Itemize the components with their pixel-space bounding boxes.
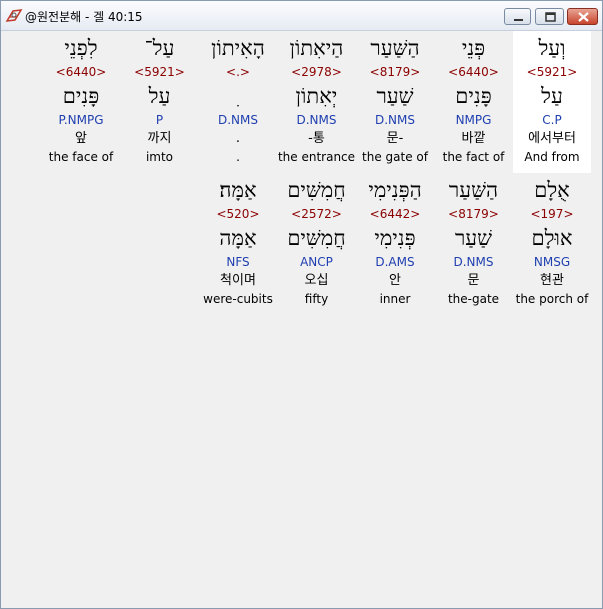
strong-number: <8179> [369, 65, 421, 79]
korean-gloss: 척이며 [220, 273, 256, 288]
hebrew-word: אֻלָם [534, 178, 570, 202]
strong-number: <.> [226, 65, 250, 79]
hebrew-word: הַשַּׁעַר [370, 36, 420, 60]
korean-gloss: 문- [386, 131, 404, 146]
morphology-code: P.NMPG [58, 113, 104, 127]
morphology-code: NMPG [455, 113, 492, 127]
english-gloss: the-gate [447, 292, 500, 306]
maximize-button[interactable] [535, 8, 564, 25]
english-gloss: the porch of [515, 292, 589, 306]
title-bar[interactable]: @원전분해 - 겔 40:15 [1, 1, 602, 31]
morphology-code: ANCP [300, 255, 333, 269]
english-gloss: . [236, 150, 240, 164]
minimize-button[interactable] [504, 8, 531, 25]
morphology-code: D.AMS [375, 255, 415, 269]
analysis-panel: וְעַל <5921> עַל C.P 에서부터 And from פְּנֵי <6440… [5, 31, 598, 605]
app-window: @원전분해 - 겔 40:15 וְעַל <5921> עַל C.P 에서부터 And… [0, 0, 603, 609]
hebrew-root: עַל [148, 84, 171, 108]
english-gloss: the face of [48, 150, 114, 164]
morphology-code: NFS [226, 255, 250, 269]
hebrew-word: הַשַּׁעַר [448, 178, 499, 202]
strong-number: <2572> [291, 207, 342, 221]
strong-number: <197> [530, 207, 574, 221]
word-column[interactable]: אֻלָם <197> אוּלָם NMSG 현관 the porch of [513, 173, 591, 313]
hebrew-root: ִ [199, 84, 277, 108]
word-column[interactable]: הַפְּנִימִי <6442> פְּנִימִי D.AMS 안 inner [356, 173, 434, 313]
korean-gloss: 문 [467, 273, 480, 288]
morphology-code: D.NMS [453, 255, 494, 269]
word-column[interactable]: הַיאִתוֹן <2978> יְאִתוֹן D.NMS -통 the entran… [278, 31, 356, 173]
morphology-code: D.NMS [374, 113, 415, 127]
hebrew-root: פְּנִימִי [374, 226, 416, 250]
english-gloss: the gate of [362, 150, 428, 164]
word-column[interactable]: פְּנֵי <6440> פָּנִים NMPG 바깥 the fact of [435, 31, 513, 173]
strong-number: <5921> [134, 65, 185, 79]
korean-gloss: 앞 [75, 131, 87, 146]
hebrew-word: לִפְנֵי [64, 36, 98, 60]
hebrew-root: אוּלָם [531, 226, 573, 250]
korean-gloss: 안 [389, 273, 401, 288]
english-gloss: And from [524, 150, 580, 164]
korean-gloss: 에서부터 [528, 131, 576, 146]
word-column[interactable]: אַמָּה׃ <520> אַמָּה NFS 척이며 were-cubits [199, 173, 277, 313]
korean-gloss: 까지 [147, 131, 172, 146]
hebrew-word: חֲמִשִּׁים [287, 178, 346, 202]
hebrew-root: שַׁעַר [454, 226, 493, 250]
strong-number: <6440> [448, 65, 499, 79]
strong-number: <6440> [55, 65, 107, 79]
word-column[interactable]: הַשַּׁעַר <8179> שַׁעַר D.NMS 문-the gate of [356, 31, 434, 173]
hebrew-word: הַפְּנִימִי [368, 178, 422, 202]
hebrew-root: שַׁעַר [376, 84, 414, 108]
word-column[interactable]: וְעַל <5921> עַל C.P 에서부터 And from [513, 31, 591, 173]
morphology-code: D.NMS [217, 113, 258, 127]
hebrew-root: אַמָּה [219, 226, 257, 250]
strong-number: <6442> [369, 207, 421, 221]
minimize-icon [514, 19, 523, 21]
strong-number: <8179> [448, 207, 499, 221]
english-gloss: the fact of [442, 150, 505, 164]
hebrew-word: פְּנֵי [461, 36, 486, 60]
english-gloss: were-cubits [203, 292, 273, 306]
hebrew-root: חֲמִשִּׁים [287, 226, 346, 250]
close-icon [578, 12, 589, 22]
hebrew-root: עַל [541, 84, 563, 108]
morphology-code: NMSG [533, 255, 571, 269]
strong-number: <2978> [291, 65, 342, 79]
korean-gloss: 오십 [304, 273, 329, 288]
korean-gloss: 바깥 [461, 131, 486, 146]
hebrew-root: פָּנִים [455, 84, 492, 108]
morphology-code: D.NMS [296, 113, 337, 127]
hebrew-word: הַיאִתוֹן [289, 36, 344, 60]
window-title: @원전분해 - 겔 40:15 [25, 10, 143, 24]
morphology-code: C.P [542, 113, 562, 127]
strong-number: <5921> [526, 65, 578, 79]
word-column[interactable]: חֲמִשִּׁים <2572> חֲמִשִּׁים ANCP 오십 fifty [278, 173, 356, 313]
morphology-code: P [155, 113, 164, 127]
word-column[interactable]: הַשַּׁעַר <8179> שַׁעַר D.NMS 문 the-gate [435, 173, 513, 313]
app-logo-icon [5, 8, 23, 24]
hebrew-root: פָּנִים [62, 84, 100, 108]
hebrew-word: אַמָּה׃ [219, 178, 257, 202]
english-gloss: fifty [304, 292, 329, 306]
korean-gloss: . [235, 131, 241, 146]
hebrew-word: וְעַל [538, 36, 566, 60]
english-gloss: the entrance [277, 150, 356, 164]
word-column[interactable]: הָאִיתוֹן <.>ִ D.NMS.. [199, 31, 277, 173]
english-gloss: inner [379, 292, 411, 306]
hebrew-root: יְאִתוֹן [295, 84, 338, 108]
korean-gloss: -통 [308, 131, 325, 146]
hebrew-word: עַל־ [144, 36, 175, 60]
strong-number: <520> [216, 207, 260, 221]
word-column[interactable]: עַל־ <5921> עַל P 까지 imto [121, 31, 199, 173]
korean-gloss: 현관 [540, 273, 564, 288]
maximize-icon [545, 12, 556, 22]
word-column[interactable]: לִפְנֵי <6440> פָּנִים P.NMPG 앞 the face of [42, 31, 120, 173]
hebrew-word: הָאִיתוֹן [211, 36, 265, 60]
close-button[interactable] [567, 8, 598, 25]
english-gloss: imto [145, 150, 174, 164]
